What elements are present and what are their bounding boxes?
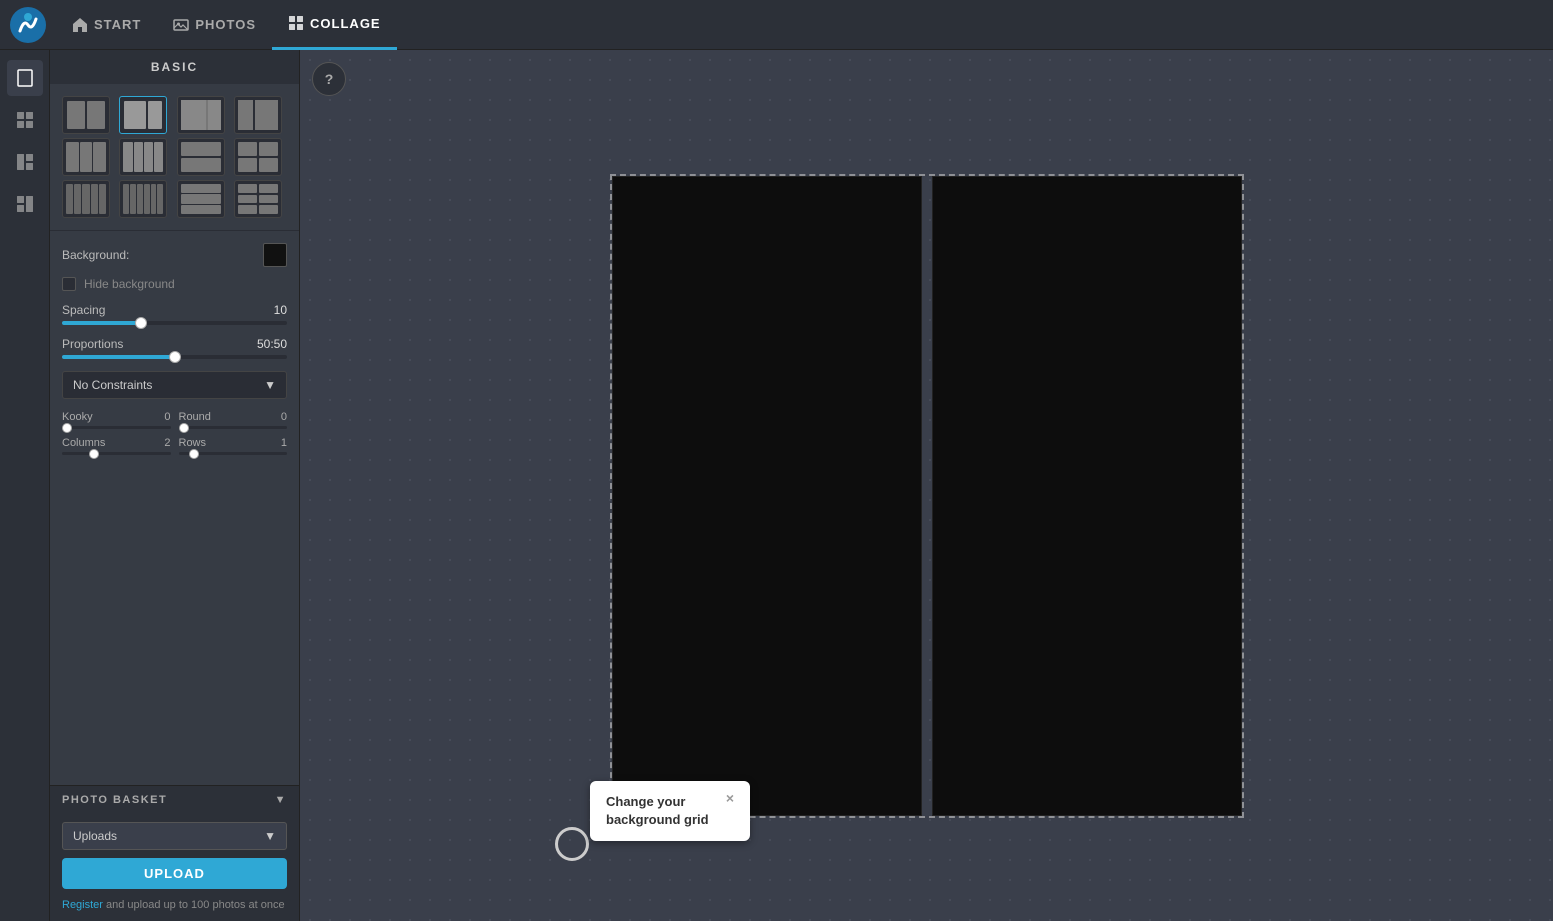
constraints-label: No Constraints — [73, 378, 152, 392]
tooltip-close-button[interactable]: × — [726, 791, 734, 805]
background-label: Background: — [62, 248, 142, 262]
layout-thumb-10[interactable] — [119, 180, 167, 218]
register-text: Register and upload up to 100 photos at … — [62, 897, 287, 914]
round-value: 0 — [281, 411, 287, 423]
upload-button[interactable]: UPLOAD — [62, 858, 287, 889]
background-row: Background: — [62, 243, 287, 267]
layout-thumb-1[interactable] — [62, 96, 110, 134]
proportions-label: Proportions — [62, 337, 142, 351]
top-nav: START PHOTOS COLLAGE — [0, 0, 1553, 50]
canvas-area: ? Change your background grid × — [300, 50, 1553, 921]
round-label: Round — [179, 411, 211, 423]
collage-grid — [610, 174, 1244, 818]
tooltip-text: Change your background grid — [606, 793, 718, 829]
layout-thumbnails — [50, 84, 299, 231]
proportions-value: 50:50 — [257, 337, 287, 351]
kooky-label: Kooky — [62, 411, 93, 423]
nav-photos[interactable]: PHOTOS — [157, 0, 272, 50]
layout-thumb-6[interactable] — [119, 138, 167, 176]
constraints-arrow: ▼ — [264, 378, 276, 392]
uploads-arrow: ▼ — [264, 829, 276, 843]
layout-thumb-7[interactable] — [177, 138, 225, 176]
basket-header[interactable]: PHOTO BASKET ▼ — [50, 786, 299, 814]
hide-background-row: Hide background — [62, 277, 287, 291]
spacing-slider-thumb[interactable] — [135, 317, 147, 329]
layout-thumb-2[interactable] — [119, 96, 167, 134]
collage-canvas — [610, 174, 1244, 818]
columns-label: Columns — [62, 437, 105, 449]
round-slider-group: Round 0 — [179, 411, 288, 429]
nav-collage[interactable]: COLLAGE — [272, 0, 397, 50]
basket-collapse-icon: ▼ — [275, 794, 287, 806]
constraints-dropdown[interactable]: No Constraints ▼ — [62, 371, 287, 399]
uploads-label: Uploads — [73, 829, 117, 843]
round-slider-track[interactable] — [179, 426, 288, 429]
circle-indicator — [555, 827, 589, 861]
kooky-slider-group: Kooky 0 — [62, 411, 171, 429]
proportions-slider-thumb[interactable] — [169, 351, 181, 363]
basket-content: Uploads ▼ UPLOAD Register and upload up … — [50, 814, 299, 921]
sidebar-item-layout2[interactable] — [7, 144, 43, 180]
rows-value: 1 — [281, 437, 287, 449]
layout-thumb-9[interactable] — [62, 180, 110, 218]
panel-header: BASIC — [50, 50, 299, 84]
basket-title: PHOTO BASKET — [62, 794, 167, 806]
spacing-value: 10 — [257, 303, 287, 317]
help-button[interactable]: ? — [312, 62, 346, 96]
columns-slider-track[interactable] — [62, 452, 171, 455]
rows-slider-track[interactable] — [179, 452, 288, 455]
uploads-dropdown[interactable]: Uploads ▼ — [62, 822, 287, 850]
left-panel: BASIC — [50, 50, 300, 921]
collage-cell-2[interactable] — [932, 176, 1242, 816]
kooky-slider-track[interactable] — [62, 426, 171, 429]
layout-thumb-3[interactable] — [177, 96, 225, 134]
layout-thumb-12[interactable] — [234, 180, 282, 218]
kooky-slider-thumb[interactable] — [62, 423, 72, 433]
main-layout: BASIC — [0, 50, 1553, 921]
columns-slider-group: Columns 2 — [62, 437, 171, 455]
sidebar-item-page[interactable] — [7, 60, 43, 96]
rows-slider-group: Rows 1 — [179, 437, 288, 455]
kooky-value: 0 — [164, 411, 170, 423]
layout-thumb-8[interactable] — [234, 138, 282, 176]
layout-thumb-4[interactable] — [234, 96, 282, 134]
rows-slider-thumb[interactable] — [189, 449, 199, 459]
nav-start[interactable]: START — [56, 0, 157, 50]
columns-value: 2 — [164, 437, 170, 449]
background-color-swatch[interactable] — [263, 243, 287, 267]
panel-controls: Background: Hide background Spacing 10 — [50, 231, 299, 785]
spacing-slider-row: Spacing 10 — [62, 303, 287, 325]
left-sidebar — [0, 50, 50, 921]
app-logo — [10, 7, 46, 43]
spacing-slider-track[interactable] — [62, 321, 287, 325]
tooltip-popup: Change your background grid × — [590, 781, 750, 841]
round-slider-thumb[interactable] — [179, 423, 189, 433]
columns-slider-thumb[interactable] — [89, 449, 99, 459]
rows-label: Rows — [179, 437, 207, 449]
proportions-slider-track[interactable] — [62, 355, 287, 359]
sidebar-item-grid[interactable] — [7, 102, 43, 138]
kooky-round-row: Kooky 0 Round 0 — [62, 411, 287, 429]
layout-thumb-5[interactable] — [62, 138, 110, 176]
sidebar-item-layout3[interactable] — [7, 186, 43, 222]
hide-background-label: Hide background — [84, 277, 175, 291]
collage-cell-1[interactable] — [612, 176, 922, 816]
layout-thumb-11[interactable] — [177, 180, 225, 218]
photo-basket: PHOTO BASKET ▼ Uploads ▼ UPLOAD Register… — [50, 785, 299, 921]
register-link[interactable]: Register — [62, 899, 103, 911]
spacing-label: Spacing — [62, 303, 142, 317]
columns-rows-row: Columns 2 Rows 1 — [62, 437, 287, 455]
proportions-slider-row: Proportions 50:50 — [62, 337, 287, 359]
hide-background-checkbox[interactable] — [62, 277, 76, 291]
